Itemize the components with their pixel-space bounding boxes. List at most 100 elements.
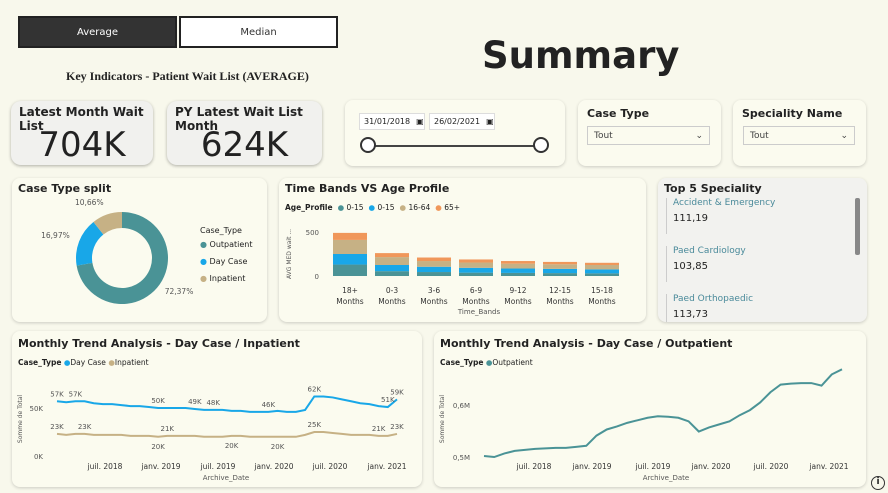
speciality-dropdown[interactable]: Tout ⌄ [743,126,855,145]
x-tick: Months [378,297,406,306]
list-item[interactable]: Paed Cardiology 103,85 [666,246,863,282]
legend-item-inpatient[interactable]: ● Inpatient [200,274,245,283]
list-item[interactable]: Accident & Emergency 111,19 [666,198,863,234]
x-tick: 9-12 [509,286,526,295]
data-label: 23K [78,423,92,431]
legend-item-outpatient[interactable]: ● Outpatient [200,240,253,249]
speciality-value: Tout [750,130,769,141]
x-tick: 18+ [342,286,358,295]
speciality-value: 103,85 [673,261,708,272]
legend-dot-icon: ● [200,257,207,266]
x-tick: 6-9 [470,286,482,295]
line-chart-1: Somme de Total 50K 0K juil. 2018 janv. 2019 j… [17,385,407,482]
series-line-inpatient [56,431,398,438]
x-tick: 12-15 [549,286,571,295]
case-type-value: Tout [594,130,613,141]
legend-item-day-case[interactable]: ● Day Case [200,257,247,266]
x-tick: juil. 2018 [87,462,123,471]
bar-segment [459,262,493,268]
data-label: 20K [271,443,285,451]
bar-segment [543,264,577,269]
end-date-value: 26/02/2021 [434,117,481,126]
x-tick: Months [546,297,574,306]
bar-segment [333,264,367,276]
data-label: 21K [372,425,386,433]
data-label: 51K [381,396,395,404]
info-icon[interactable]: i [871,476,885,490]
bar-segment [417,257,451,262]
x-tick: Months [588,297,616,306]
x-tick: janv. 2021 [366,462,406,471]
range-start-handle[interactable] [360,137,376,153]
data-label: 20K [151,443,165,451]
end-date-input[interactable]: 26/02/2021 ▣ [429,113,495,130]
x-tick: janv. 2020 [253,462,293,471]
y-tick: 0,6M [453,402,470,410]
case-type-dropdown[interactable]: Tout ⌄ [587,126,710,145]
legend-label: Day Case [209,257,248,266]
y-axis-label: Somme de Total [439,395,446,444]
y-tick: 0K [34,453,43,461]
x-axis-label: Time_Bands [457,308,501,316]
case-type-split-card: Case Type split 72,37% 16,97% 10,66% Case_… [12,178,267,322]
date-range-track [369,145,541,147]
legend-title: Case_Type [200,226,242,235]
bar-segment [585,265,619,270]
x-axis-label: Archive_Date [203,474,249,482]
bar-segment [501,268,535,273]
top5-speciality-card: Top 5 Speciality Accident & Emergency 11… [658,178,867,322]
bar-segment [459,272,493,276]
bar-segment [375,257,409,265]
top5-list[interactable]: Accident & Emergency 111,19 Paed Cardiol… [658,196,867,322]
data-label: 46K [262,401,276,409]
x-tick: janv. 2019 [140,462,180,471]
speciality-name: Accident & Emergency [673,198,776,208]
bar-segment [543,268,577,274]
speciality-value: 113,73 [673,309,708,320]
data-label: 23K [390,423,404,431]
x-tick: Months [504,297,532,306]
speciality-value: 111,19 [673,213,708,224]
trend-daycase-outpatient-card: Monthly Trend Analysis - Day Case / Outp… [434,331,866,487]
bar-segment [333,232,367,240]
y-axis-label: AVG MED wait ... [286,229,293,279]
date-slicer [345,100,565,166]
scrollbar-thumb[interactable] [855,198,860,255]
trend-daycase-inpatient-card: Monthly Trend Analysis - Day Case / Inpa… [12,331,422,487]
bar-segment [333,239,367,254]
x-axis-label: Archive_Date [643,474,689,482]
average-toggle-button[interactable]: Average [18,16,177,48]
range-end-handle[interactable] [533,137,549,153]
kpi-latest-month-card: Latest Month Wait List 704K [11,101,153,165]
x-tick: janv. 2019 [571,462,611,471]
page-subtitle: Key Indicators - Patient Wait List (AVER… [66,69,309,83]
slice-label: 10,66% [75,198,104,207]
slice-label: 72,37% [165,287,194,296]
bar-segment [417,272,451,276]
kpi-py-latest-card: PY Latest Wait List Month 624K [167,101,322,165]
x-tick: juil. 2020 [312,462,348,471]
legend-dot-icon: ● [200,274,207,283]
data-label: 21K [161,425,175,433]
page-title: Summary [482,34,680,77]
series-line-outpatient [483,368,843,459]
bar-segment [417,261,451,267]
slice-label: 16,97% [41,231,70,240]
data-label: 57K [50,390,64,398]
bar-segment [501,261,535,264]
start-date-input[interactable]: 31/01/2018 ▣ [359,113,425,130]
chevron-down-icon: ⌄ [695,130,703,141]
x-tick: juil. 2020 [753,462,789,471]
y-tick: 500 [306,229,319,237]
y-axis-label: Somme de Total [17,395,24,444]
bar-segment [543,273,577,276]
median-toggle-button[interactable]: Median [179,16,338,48]
series-line-day-case [56,395,398,413]
bar-segment [459,267,493,273]
list-item[interactable]: Paed Orthopaedic 113,73 [666,294,863,322]
x-tick: Months [420,297,448,306]
bar-segment [585,262,619,265]
bar-segment [501,263,535,269]
time-bands-bar-chart: AVG MED wait ... 500 0 18+ Months 0-3 Months 3-… [286,229,619,316]
data-label: 25K [308,421,322,429]
